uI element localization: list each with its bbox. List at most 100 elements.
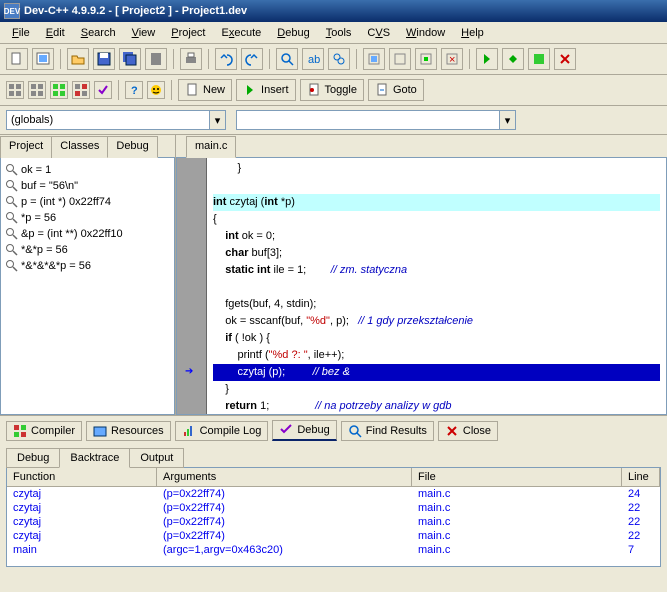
bt-func: main [7,543,157,557]
bt-header: Function Arguments File Line [7,468,660,487]
member-combo[interactable]: ▾ [236,110,516,130]
watch-tree[interactable]: ok = 1 buf = "56\n" p = (int *) 0x22ff74 *p… [0,157,175,415]
watch-text: p = (int *) 0x22ff74 [21,196,111,208]
run-icon[interactable] [389,48,411,70]
grid4-icon[interactable] [72,81,90,99]
window-title: Dev-C++ 4.9.9.2 - [ Project2 ] - Project… [24,5,247,17]
bt-row[interactable]: czytaj(p=0x22ff74)main.c22 [7,501,660,515]
menu-edit[interactable]: Edit [38,25,73,41]
chevron-down-icon[interactable]: ▾ [499,111,515,129]
bt-header-line[interactable]: Line [622,468,660,486]
check-icon[interactable] [94,81,112,99]
debug-icon[interactable] [476,48,498,70]
svg-text:ab: ab [308,54,320,66]
menu-execute[interactable]: Execute [214,25,270,41]
bt-row[interactable]: main(argc=1,argv=0x463c20)main.c7 [7,543,660,557]
tab-debug[interactable]: Debug [107,136,157,158]
delete-icon[interactable] [554,48,576,70]
new-file-icon[interactable] [6,48,28,70]
scope-value: (globals) [11,114,53,126]
print-icon[interactable] [180,48,202,70]
btab-find-results[interactable]: Find Results [341,421,434,441]
grid2-icon[interactable] [28,81,46,99]
new-project-icon[interactable] [32,48,54,70]
bt-func: czytaj [7,529,157,543]
backtrace-table[interactable]: Function Arguments File Line czytaj(p=0x… [6,467,661,567]
menu-window[interactable]: Window [398,25,453,41]
stab-backtrace[interactable]: Backtrace [59,448,130,468]
main-area: Project Classes Debug ok = 1 buf = "56\n"… [0,135,667,415]
bt-row[interactable]: czytaj(p=0x22ff74)main.c22 [7,529,660,543]
watch-item[interactable]: ok = 1 [5,162,170,178]
tab-classes[interactable]: Classes [51,136,108,158]
find-icon[interactable] [276,48,298,70]
watch-item[interactable]: *p = 56 [5,210,170,226]
menu-file[interactable]: File [4,25,38,41]
btab-debug[interactable]: Debug [272,420,336,441]
replace-icon[interactable]: ab [302,48,324,70]
btab-compiler[interactable]: Compiler [6,421,82,441]
open-icon[interactable] [67,48,89,70]
compile-icon[interactable] [363,48,385,70]
btab-close[interactable]: Close [438,421,498,441]
editor-body: ➔ } int czytaj (int *p){ int ok = 0; cha… [176,157,667,415]
help-icon[interactable]: ? [125,81,143,99]
bt-func: czytaj [7,487,157,501]
tab-project[interactable]: Project [0,136,52,158]
stop-debug-icon[interactable] [502,48,524,70]
new-button[interactable]: New [178,79,232,101]
grid1-icon[interactable] [6,81,24,99]
menu-help[interactable]: Help [453,25,492,41]
magnifier-icon [5,211,19,225]
code-area[interactable]: } int czytaj (int *p){ int ok = 0; char … [207,158,666,414]
find-again-icon[interactable] [328,48,350,70]
save-all-icon[interactable] [119,48,141,70]
btab-resources[interactable]: Resources [86,421,171,441]
bt-line: 22 [622,529,660,543]
bt-file: main.c [412,487,622,501]
about-icon[interactable] [147,81,165,99]
toggle-button[interactable]: Toggle [300,79,364,101]
insert-button[interactable]: Insert [236,79,296,101]
toolbar-2: ? New Insert Toggle Goto [0,75,667,106]
compile-run-icon[interactable] [415,48,437,70]
watch-item[interactable]: &p = (int **) 0x22ff10 [5,226,170,242]
watch-item[interactable]: p = (int *) 0x22ff74 [5,194,170,210]
watch-text: buf = "56\n" [21,180,78,192]
bt-row[interactable]: czytaj(p=0x22ff74)main.c22 [7,515,660,529]
menu-project[interactable]: Project [163,25,213,41]
watch-item[interactable]: buf = "56\n" [5,178,170,194]
editor-panel: main.c ➔ } int czytaj (int *p){ int ok =… [176,135,667,415]
editor-tab-main[interactable]: main.c [186,136,236,158]
redo-icon[interactable] [241,48,263,70]
btab-compile-log[interactable]: Compile Log [175,421,269,441]
bt-row[interactable]: czytaj(p=0x22ff74)main.c24 [7,487,660,501]
gutter[interactable]: ➔ [177,158,207,414]
rebuild-icon[interactable]: × [441,48,463,70]
watch-item[interactable]: *&*p = 56 [5,242,170,258]
bt-line: 24 [622,487,660,501]
bt-header-arguments[interactable]: Arguments [157,468,412,486]
save-icon[interactable] [93,48,115,70]
bt-header-file[interactable]: File [412,468,622,486]
current-line-arrow-icon: ➔ [185,366,197,376]
bt-header-function[interactable]: Function [7,468,157,486]
goto-button[interactable]: Goto [368,79,424,101]
menu-debug[interactable]: Debug [269,25,317,41]
menu-cvs[interactable]: CVS [359,25,398,41]
bt-line: 22 [622,515,660,529]
grid3-icon[interactable] [50,81,68,99]
scope-combo[interactable]: (globals) ▾ [6,110,226,130]
svg-text:×: × [449,54,455,66]
menu-search[interactable]: Search [73,25,124,41]
bt-args: (p=0x22ff74) [157,529,412,543]
watch-item[interactable]: *&*&*&*p = 56 [5,258,170,274]
undo-icon[interactable] [215,48,237,70]
menu-tools[interactable]: Tools [318,25,360,41]
close-file-icon[interactable] [145,48,167,70]
stab-output[interactable]: Output [129,448,184,468]
stab-debug[interactable]: Debug [6,448,60,468]
menu-view[interactable]: View [124,25,164,41]
profile-icon[interactable] [528,48,550,70]
chevron-down-icon[interactable]: ▾ [209,111,225,129]
